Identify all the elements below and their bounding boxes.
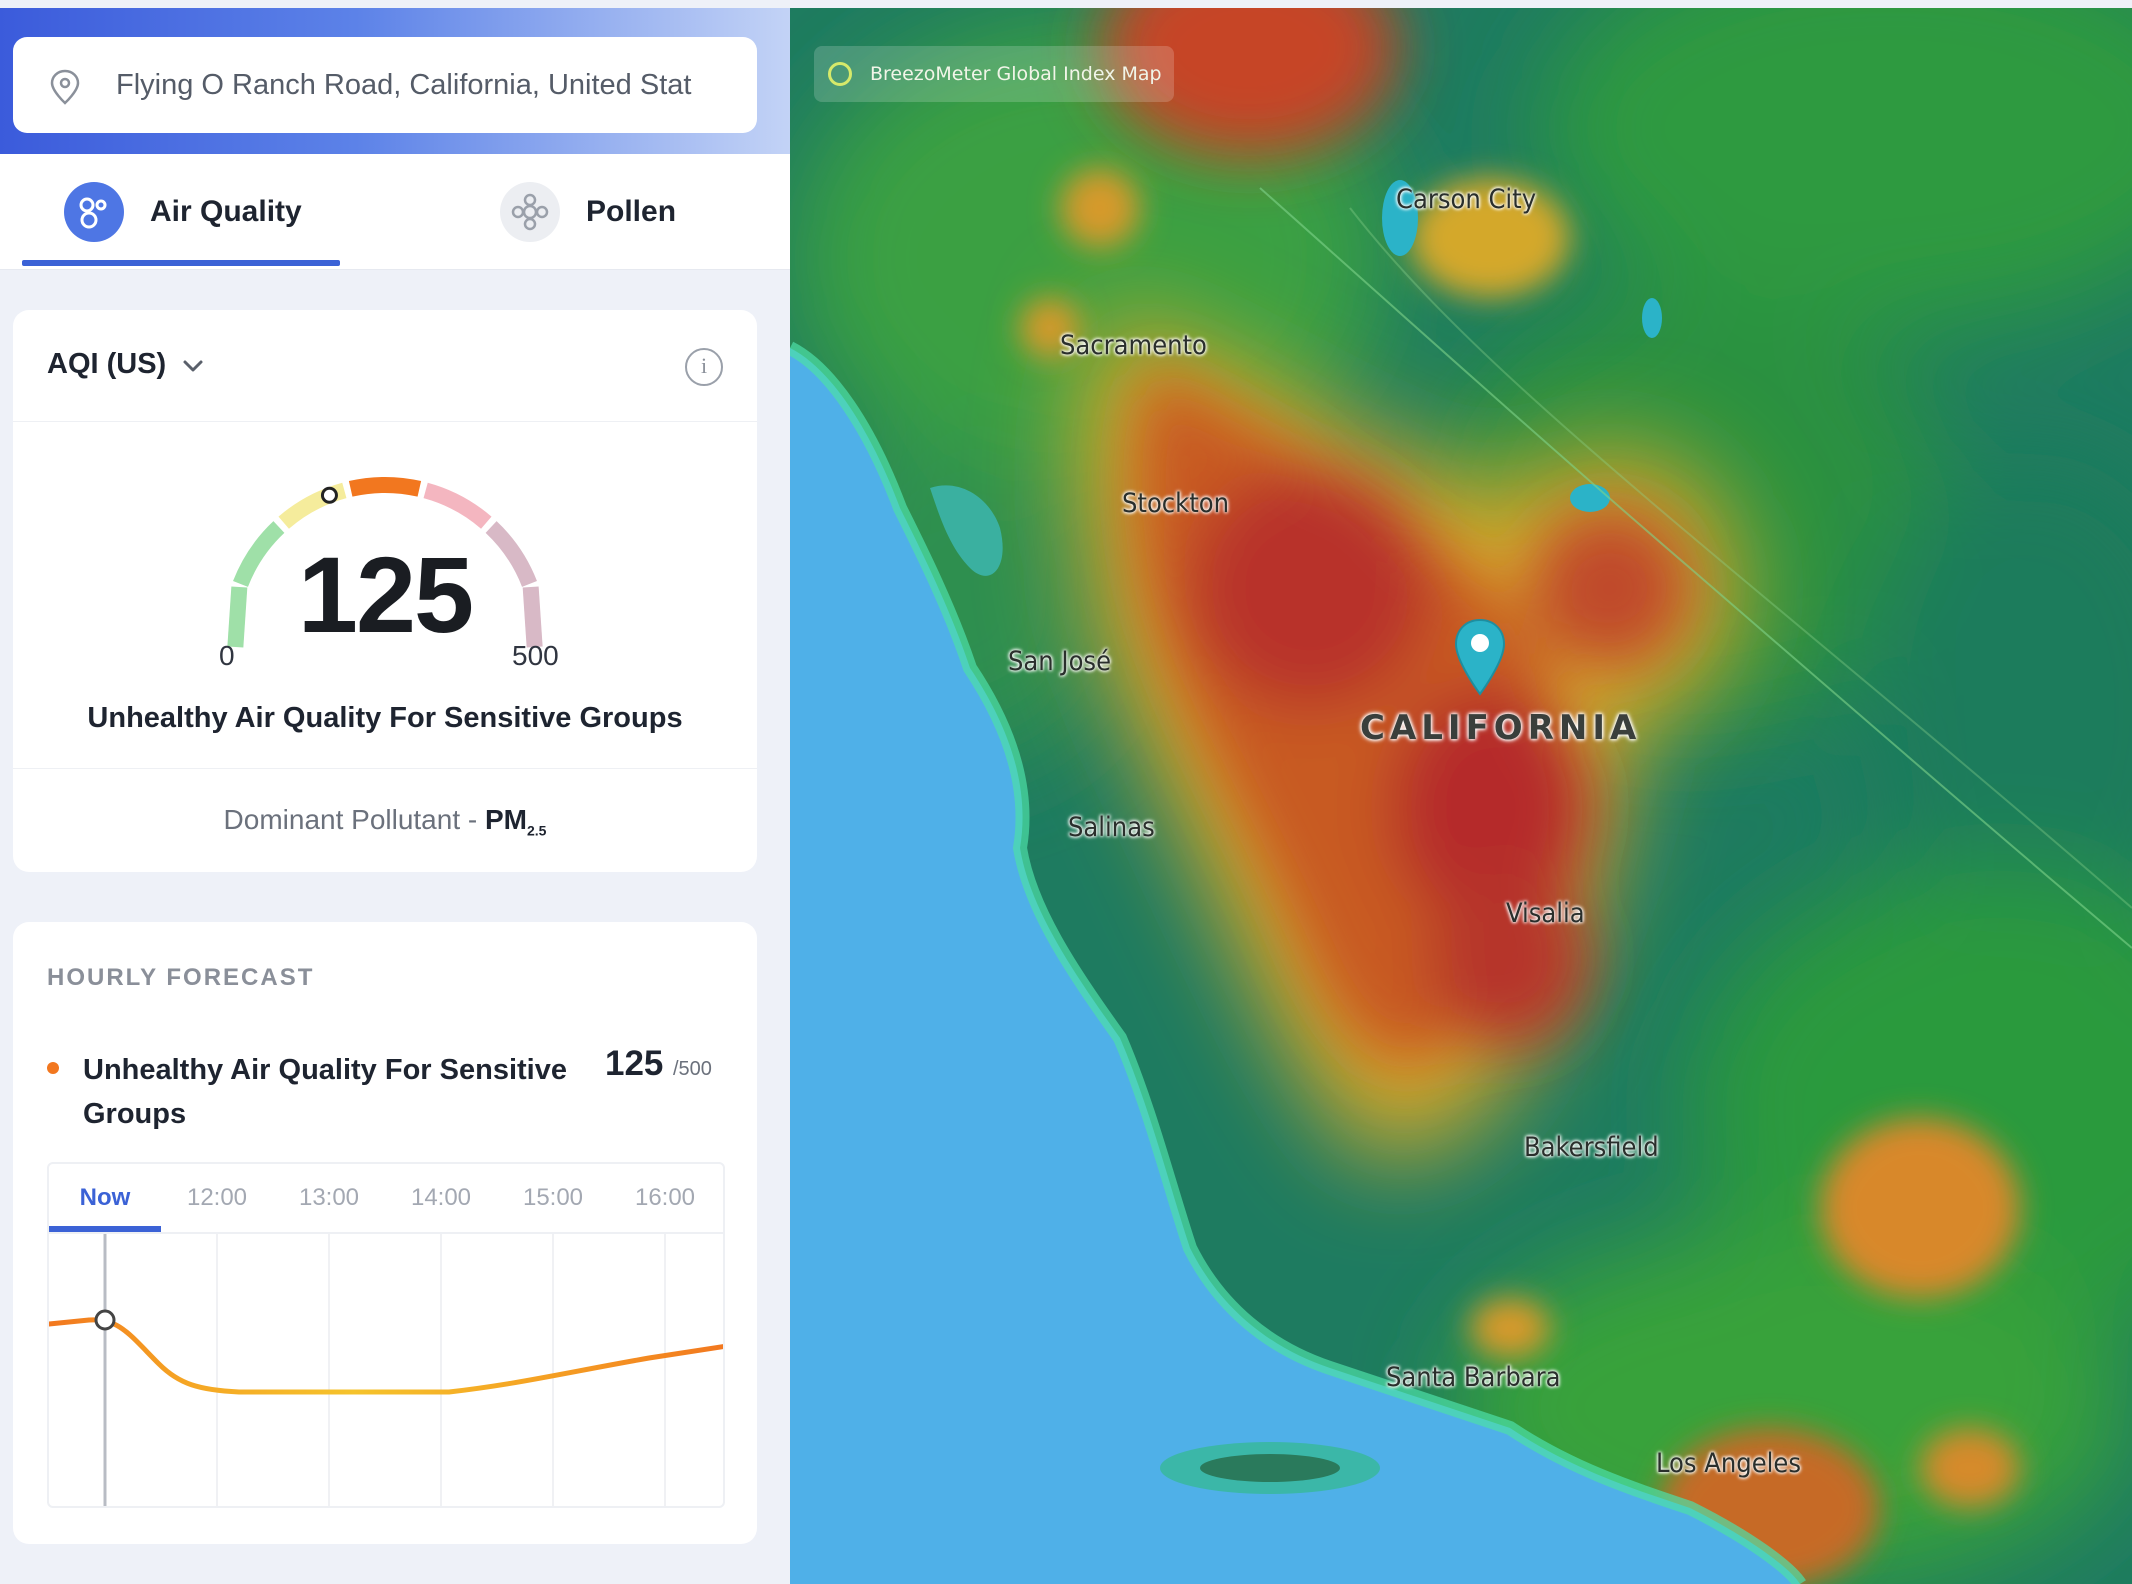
time-tabs: Now 12:00 13:00 14:00 15:00 16:00 (49, 1164, 723, 1234)
forecast-category: Unhealthy Air Quality For Sensitive Grou… (83, 1054, 567, 1130)
heatmap-layer (790, 8, 2132, 1584)
city-label: Sacramento (1060, 330, 1207, 361)
time-tab-1600[interactable]: 16:00 (609, 1164, 721, 1232)
active-tab-indicator (22, 260, 340, 266)
app-window: Flying O Ranch Road, California, United … (0, 0, 2132, 1584)
pollen-icon (500, 182, 560, 242)
sidebar: Flying O Ranch Road, California, United … (0, 0, 790, 1584)
tab-air-quality-label: Air Quality (150, 195, 302, 228)
location-search-text: Flying O Ranch Road, California, United … (116, 69, 692, 101)
forecast-chart-plot (49, 1234, 723, 1506)
selected-time-indicator (49, 1226, 161, 1232)
search-area: Flying O Ranch Road, California, United … (0, 8, 790, 154)
aqi-index-select[interactable]: AQI (US) (47, 348, 166, 381)
city-label: Stockton (1122, 488, 1229, 519)
forecast-value: 125 (605, 1044, 664, 1083)
time-tab-1300[interactable]: 13:00 (273, 1164, 385, 1232)
location-marker-icon[interactable] (1452, 618, 1508, 698)
aqi-scale-min: 0 (219, 640, 235, 671)
time-tab-1500[interactable]: 15:00 (497, 1164, 609, 1232)
air-quality-icon (64, 182, 124, 242)
city-label: Bakersfield (1524, 1132, 1659, 1163)
city-label: Santa Barbara (1386, 1362, 1561, 1393)
breezometer-logo-icon (828, 62, 852, 86)
tab-pollen[interactable]: Pollen (500, 154, 676, 270)
lake (1570, 484, 1610, 512)
city-label: Visalia (1506, 898, 1585, 929)
forecast-title: HOURLY FORECAST (47, 964, 315, 991)
aqi-scale-max: 500 (512, 640, 559, 671)
dominant-pollutant-subscript: 2.5 (527, 822, 547, 839)
aqi-card: AQI (US) i 125 0 500 Unhealthy Air Quali… (13, 310, 757, 872)
map-badge-label: BreezoMeter Global Index Map (870, 63, 1162, 85)
forecast-max: /500 (673, 1058, 712, 1080)
air-quality-map[interactable]: BreezoMeter Global Index Map Carson City… (790, 8, 2132, 1584)
aqi-gauge-marker (320, 486, 338, 504)
tab-air-quality[interactable]: Air Quality (64, 154, 302, 270)
forecast-chart: Now 12:00 13:00 14:00 15:00 16:00 (47, 1162, 725, 1508)
chevron-down-icon[interactable] (179, 352, 207, 380)
forecast-current-point (94, 1309, 116, 1331)
location-pin-icon (50, 69, 80, 105)
time-tab-1200[interactable]: 12:00 (161, 1164, 273, 1232)
time-tab-1400[interactable]: 14:00 (385, 1164, 497, 1232)
aqi-gauge-segment (348, 477, 422, 497)
state-label: CALIFORNIA (1360, 708, 1642, 748)
hourly-forecast-card: HOURLY FORECAST Unhealthy Air Quality Fo… (13, 922, 757, 1544)
map-legend-badge[interactable]: BreezoMeter Global Index Map (814, 46, 1174, 102)
city-label: Salinas (1068, 812, 1155, 843)
city-label: San José (1008, 646, 1112, 677)
aqi-gauge-segment (423, 482, 492, 529)
dominant-pollutant-prefix: Dominant Pollutant - (223, 804, 485, 835)
city-label: Los Angeles (1656, 1448, 1802, 1479)
aqi-value: 125 (297, 534, 474, 655)
aqi-card-header: AQI (US) i (13, 310, 757, 422)
dominant-pollutant-name: PM (485, 804, 527, 835)
divider (13, 768, 757, 769)
city-label: Carson City (1396, 184, 1537, 215)
info-icon[interactable]: i (685, 348, 723, 386)
tab-bar: Air Quality Pollen (0, 154, 790, 270)
dominant-pollutant: Dominant Pollutant - PM2.5 (13, 804, 757, 839)
lake (1642, 298, 1662, 338)
location-search-input[interactable]: Flying O Ranch Road, California, United … (13, 37, 757, 133)
channel-islands (1200, 1454, 1340, 1482)
status-dot (47, 1062, 59, 1074)
aqi-category: Unhealthy Air Quality For Sensitive Grou… (87, 702, 683, 734)
tab-pollen-label: Pollen (586, 195, 677, 228)
time-tab-now[interactable]: Now (49, 1164, 161, 1232)
forecast-line (49, 1317, 723, 1395)
